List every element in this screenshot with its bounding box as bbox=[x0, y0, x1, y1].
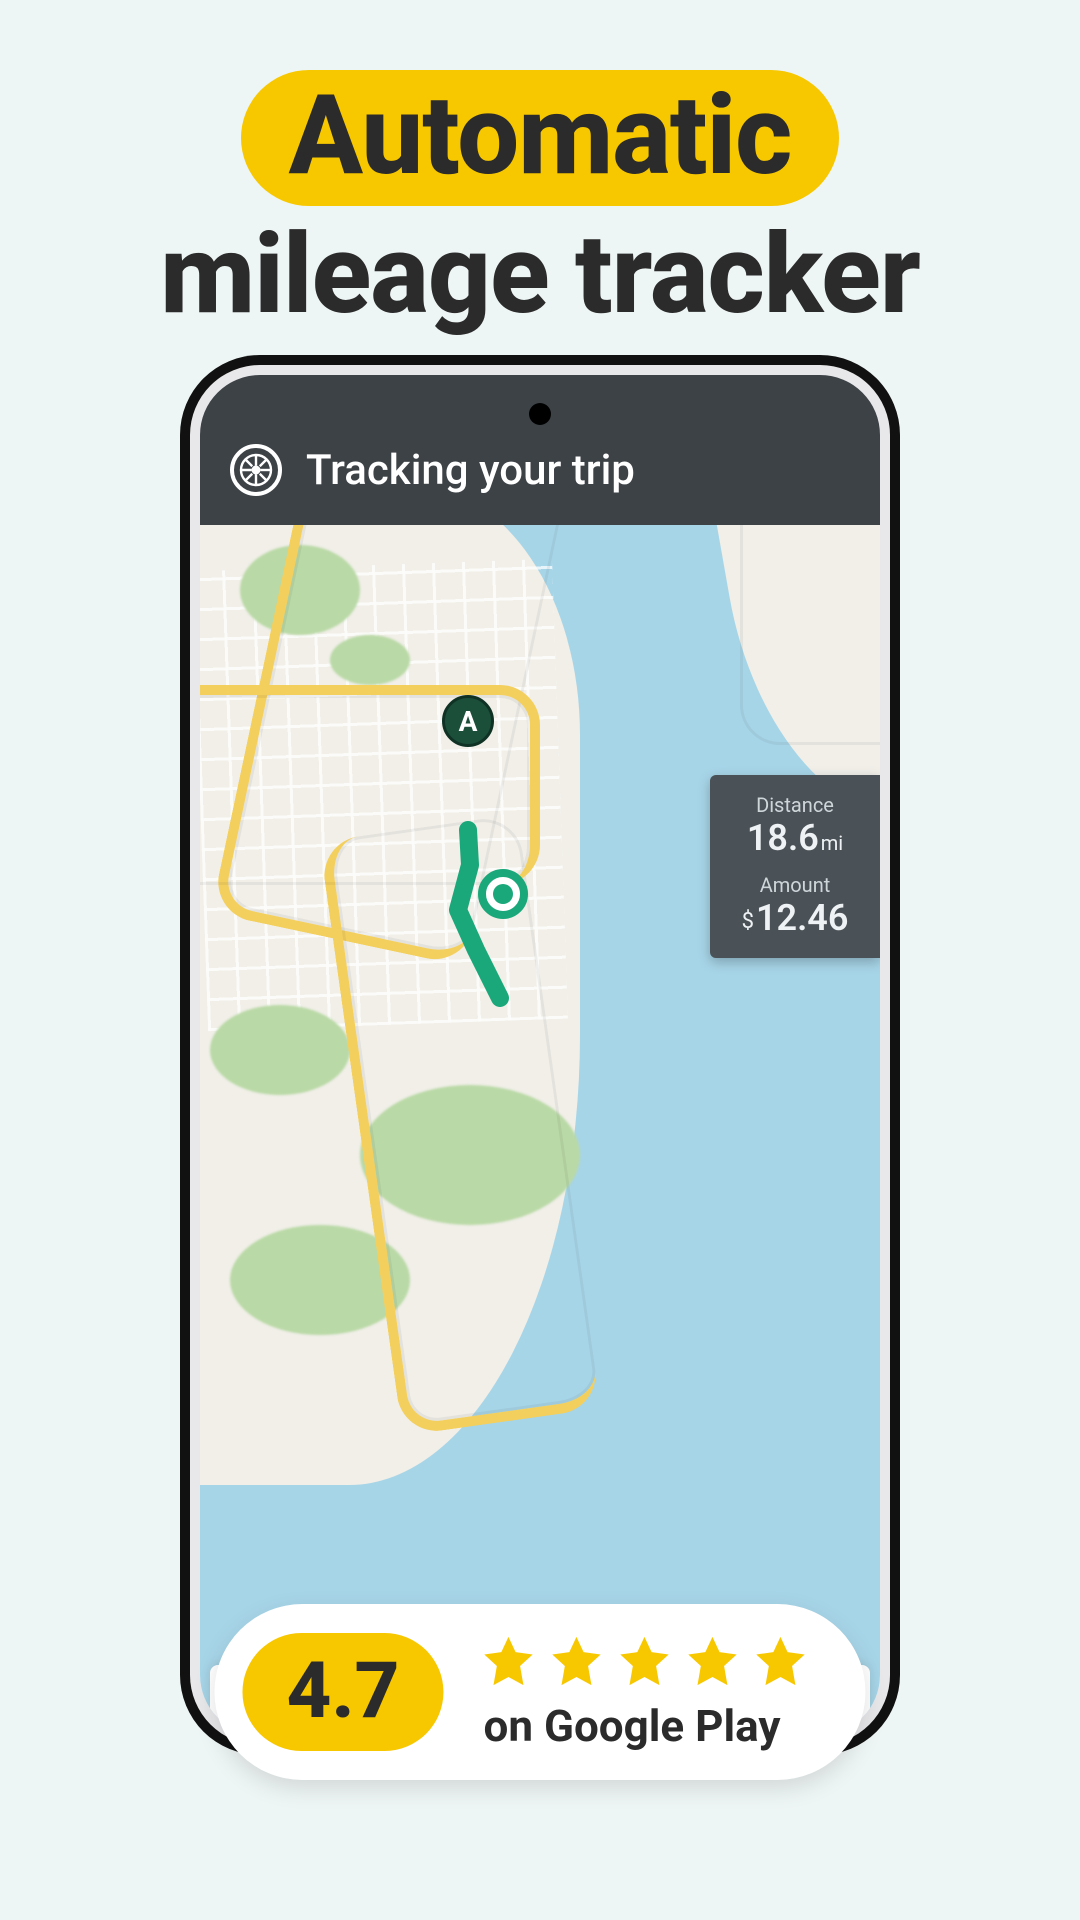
headline-highlight: Automatic bbox=[241, 70, 840, 206]
distance-value: 18.6mi bbox=[724, 819, 866, 859]
rating-score-badge: 4.7 bbox=[242, 1633, 443, 1751]
trip-stats-card: Distance 18.6mi Amount $12.46 bbox=[710, 775, 880, 958]
amount-number: 12.46 bbox=[756, 897, 849, 939]
app-header: Tracking your trip bbox=[200, 375, 880, 525]
headline: Automatic mileage tracker bbox=[0, 0, 1080, 335]
phone-mockup: Tracking your trip A Distance 18.6mi Amo… bbox=[200, 375, 880, 1735]
star-icon bbox=[616, 1632, 674, 1690]
wheel-icon bbox=[230, 444, 282, 496]
rating-stars bbox=[480, 1632, 810, 1690]
distance-unit: mi bbox=[821, 831, 843, 855]
amount-symbol: $ bbox=[742, 909, 754, 934]
rating-pill: 4.7 on Google Play bbox=[214, 1604, 865, 1780]
route-start-marker[interactable]: A bbox=[442, 695, 494, 747]
app-header-title: Tracking your trip bbox=[306, 446, 635, 495]
rating-source: on Google Play bbox=[480, 1700, 781, 1752]
map-view[interactable]: A Distance 18.6mi Amount $12.46 bbox=[200, 525, 880, 1735]
star-icon bbox=[752, 1632, 810, 1690]
route-path bbox=[200, 525, 880, 1735]
star-icon bbox=[480, 1632, 538, 1690]
phone-camera-notch bbox=[529, 403, 551, 425]
star-icon bbox=[548, 1632, 606, 1690]
distance-label: Distance bbox=[724, 793, 866, 817]
headline-subtext: mileage tracker bbox=[0, 214, 1080, 335]
rating-details: on Google Play bbox=[480, 1632, 810, 1752]
distance-number: 18.6 bbox=[747, 817, 819, 859]
amount-label: Amount bbox=[724, 873, 866, 897]
amount-value: $12.46 bbox=[724, 899, 866, 939]
route-current-marker[interactable] bbox=[478, 869, 528, 919]
star-icon bbox=[684, 1632, 742, 1690]
